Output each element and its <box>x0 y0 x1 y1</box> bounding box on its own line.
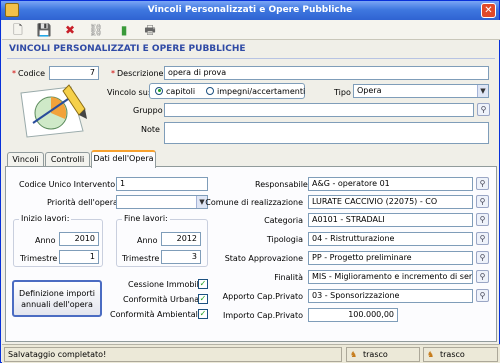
codice-required-mark: * <box>12 69 16 78</box>
main-window: Vincoli Personalizzati e Opere Pubbliche… <box>0 0 500 363</box>
status-message: Salvataggio completato! <box>4 347 342 362</box>
inizio-trim-field[interactable]: 1 <box>59 250 99 264</box>
save-icon[interactable]: 💾 <box>36 22 52 38</box>
radio-capitoli[interactable]: capitoli <box>155 86 195 96</box>
tipo-label: Tipo <box>334 88 351 97</box>
definizione-importi-button[interactable]: Definizione importi annuali dell'opera <box>12 280 102 317</box>
tab-dati-opera[interactable]: Dati dell'Opera <box>91 150 156 168</box>
ambientale-checkbox[interactable]: ✓ <box>198 309 208 319</box>
inizio-anno-field[interactable]: 2010 <box>59 232 99 246</box>
responsabile-search-icon[interactable]: ⚲ <box>476 177 489 190</box>
ambientale-label: Conformità Ambientale <box>110 310 203 319</box>
importo-field[interactable]: 100.000,00 <box>308 308 398 322</box>
urbana-checkbox[interactable]: ✓ <box>198 294 208 304</box>
comune-search-icon[interactable]: ⚲ <box>476 195 489 208</box>
fine-trim-label: Trimestre <box>122 254 160 263</box>
urbana-label: Conformità Urbana <box>123 295 200 304</box>
fine-anno-label: Anno <box>137 236 158 245</box>
inizio-anno-label: Anno <box>35 236 56 245</box>
status-user-2: ♞ trasco <box>423 347 498 362</box>
tipologia-label: Tipologia <box>266 235 303 244</box>
status-bar: Salvataggio completato! ♞ trasco ♞ trasc… <box>2 344 500 363</box>
gruppo-search-icon[interactable]: ⚲ <box>477 103 490 116</box>
finalita-label: Finalità <box>274 273 303 282</box>
categoria-search-icon[interactable]: ⚲ <box>476 213 489 226</box>
print-icon[interactable]: 🖶 <box>142 22 158 38</box>
link-icon[interactable]: ⛓ <box>88 22 104 38</box>
cessione-label: Cessione Immobili <box>128 280 202 289</box>
apporto-search-icon[interactable]: ⚲ <box>476 289 489 302</box>
vincolo-label: Vincolo su: <box>107 88 151 97</box>
comune-field[interactable]: LURATE CACCIVIO (22075) - CO <box>308 195 473 209</box>
apporto-label: Apporto Cap.Privato <box>222 292 303 301</box>
descrizione-field[interactable]: opera di prova <box>164 66 489 80</box>
opera-illustration-icon <box>20 84 87 138</box>
new-document-icon[interactable]: 🗋 <box>10 22 26 38</box>
chevron-down-icon[interactable]: ▼ <box>477 85 488 97</box>
gruppo-field[interactable] <box>164 103 474 117</box>
descrizione-required-mark: * <box>111 69 115 78</box>
tipologia-search-icon[interactable]: ⚲ <box>476 232 489 245</box>
app-icon <box>5 3 19 17</box>
finalita-search-icon[interactable]: ⚲ <box>476 270 489 283</box>
cui-label: Codice Unico Intervento <box>19 180 116 189</box>
radio-selected-icon <box>155 86 163 95</box>
categoria-field[interactable]: A0101 - STRADALI <box>308 213 473 227</box>
finalita-field[interactable]: MIS - Miglioramento e incremento di serv… <box>308 270 473 284</box>
priorita-select[interactable]: ▼ <box>116 195 208 209</box>
page-heading: VINCOLI PERSONALIZZATI E OPERE PUBBLICHE <box>9 44 246 54</box>
user-icon: ♞ <box>350 350 358 359</box>
status-user-1: ♞ trasco <box>346 347 420 362</box>
fine-trim-field[interactable]: 3 <box>161 250 201 264</box>
tab-vincoli[interactable]: Vincoli <box>7 152 44 167</box>
gruppo-label: Gruppo <box>133 106 163 115</box>
inizio-trim-label: Trimestre <box>20 254 58 263</box>
window-title: Vincoli Personalizzati e Opere Pubbliche <box>147 5 353 15</box>
codice-field[interactable]: 7 <box>49 66 99 80</box>
note-label: Note <box>141 125 160 134</box>
descrizione-label: Descrizione <box>117 69 164 78</box>
tipologia-field[interactable]: 04 - Ristrutturazione <box>308 232 473 246</box>
radio-impegni[interactable]: impegni/accertamenti <box>206 86 305 96</box>
delete-icon[interactable]: ✖ <box>62 22 78 38</box>
stato-field[interactable]: PP - Progetto preliminare <box>308 251 473 265</box>
note-field[interactable] <box>164 122 489 144</box>
importo-label: Importo Cap.Privato <box>223 311 303 320</box>
title-bar: Vincoli Personalizzati e Opere Pubbliche… <box>1 1 499 20</box>
user-icon: ♞ <box>427 350 435 359</box>
fine-anno-field[interactable]: 2012 <box>161 232 201 246</box>
codice-label: Codice <box>18 69 46 78</box>
heading-divider <box>7 58 495 59</box>
vincolo-radio-group: capitoli impegni/accertamenti <box>149 83 305 99</box>
tipo-value: Opera <box>357 86 382 95</box>
tab-controlli[interactable]: Controlli <box>45 152 90 167</box>
priorita-label: Priorità dell'opera <box>47 198 118 207</box>
inizio-legend: Inizio lavori: <box>19 214 72 223</box>
cessione-checkbox[interactable]: ✓ <box>198 279 208 289</box>
exit-door-icon[interactable]: ▮ <box>116 22 132 38</box>
stato-search-icon[interactable]: ⚲ <box>476 251 489 264</box>
fine-legend: Fine lavori: <box>122 214 170 223</box>
cui-field[interactable]: 1 <box>116 177 208 191</box>
toolbar: 🗋 💾 ✖ ⛓ ▮ 🖶 <box>2 20 500 40</box>
comune-label: Comune di realizzazione <box>205 198 303 207</box>
close-button[interactable]: ✕ <box>481 3 496 18</box>
radio-unselected-icon <box>206 86 214 95</box>
apporto-field[interactable]: 03 - Sponsorizzazione <box>308 289 473 303</box>
categoria-label: Categoria <box>264 216 303 225</box>
responsabile-label: Responsabile <box>255 180 308 189</box>
responsabile-field[interactable]: A&G - operatore 01 <box>308 177 473 191</box>
tipo-select[interactable]: Opera ▼ <box>353 84 489 98</box>
stato-label: Stato Approvazione <box>224 254 303 263</box>
